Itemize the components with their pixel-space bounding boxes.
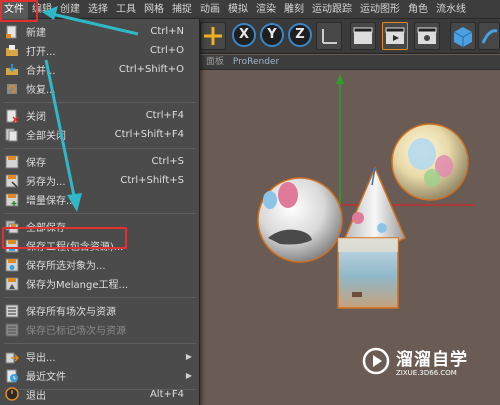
annotation-arrow-to-save-project [44,59,82,212]
watermark-title: 溜溜自学 [396,350,468,370]
watermark-url: ZIXUE.3D66.COM [396,369,457,377]
watermark-play-logo-icon [362,347,390,375]
annotation-arrow-to-file-menu [42,6,139,36]
